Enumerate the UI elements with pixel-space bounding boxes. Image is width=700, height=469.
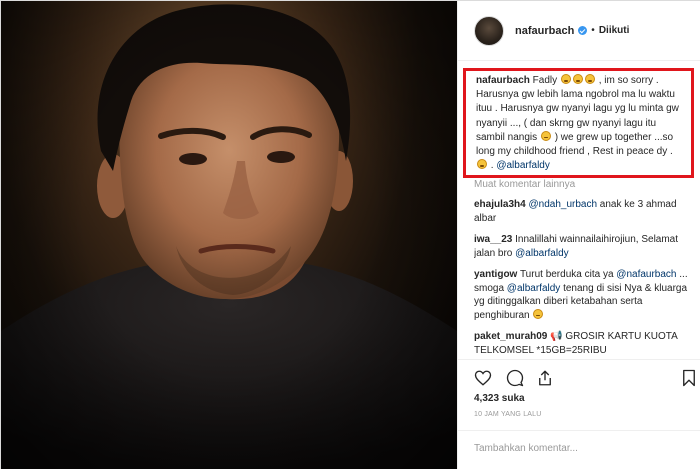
add-comment-input[interactable]: Tambahkan komentar... [458,430,700,469]
comment-item: iwa__23 Innalillahi wainnailaihirojiun, … [474,233,694,260]
comment-list: ehajula3h4 @ndah_urbach anak ke 3 ahmad … [474,198,694,358]
comment-item: paket_murah09 📢 GROSIR KARTU KUOTA TELKO… [474,330,694,357]
caption-mention-link[interactable]: @albarfaldy [496,160,550,171]
comment-username[interactable]: iwa__23 [474,234,512,245]
post-sidebar: nafaurbach • Diikuti nafaurbach Fadly , … [457,1,700,469]
post-caption: nafaurbach Fadly , im so sorry . Harusny… [463,68,694,178]
caption-text-1: Fadly [529,75,560,86]
share-icon[interactable] [536,369,554,387]
action-bar [458,359,700,393]
caption-username[interactable]: nafaurbach [476,75,530,86]
post-header: nafaurbach • Diikuti [458,1,700,61]
comment-mention-link[interactable]: @nafaurbach [616,269,676,280]
follow-status-button[interactable]: Diikuti [599,25,630,36]
comment-text: Turut berduka cita ya [517,269,617,280]
sad-face-icon [477,159,487,170]
verified-badge-icon [578,26,588,35]
comment-item: yantigow Turut berduka cita ya @nafaurba… [474,268,694,322]
avatar[interactable] [474,15,504,46]
crying-face-icon [540,130,551,141]
comment-item: ehajula3h4 @ndah_urbach anak ke 3 ahmad … [474,198,694,225]
comment-username[interactable]: yantigow [474,269,517,280]
instagram-post: nafaurbach • Diikuti nafaurbach Fadly , … [0,0,700,469]
comment-mention-link[interactable]: @albarfaldy [507,283,561,294]
sad-face-icon [572,74,583,84]
comment-username[interactable]: paket_murah09 [474,331,547,342]
smile-icon [533,308,544,319]
comment-icon[interactable] [506,369,524,387]
heart-icon[interactable] [474,369,492,387]
bookmark-icon[interactable] [680,369,698,387]
load-more-comments-link[interactable]: Muat komentar lainnya [474,179,575,190]
photo-vignette [1,1,457,469]
like-count[interactable]: 4,323 suka [474,393,525,404]
sad-face-icon [584,74,595,84]
post-photo[interactable] [1,1,457,469]
comment-username[interactable]: ehajula3h4 [474,199,526,210]
comment-mention-link[interactable]: @albarfaldy [515,248,569,259]
header-username[interactable]: nafaurbach [515,25,574,37]
header-separator: • [591,25,595,36]
sad-face-icon [560,74,571,84]
post-timestamp[interactable]: 10 JAM YANG LALU [474,411,542,418]
comment-mention-link[interactable]: @ndah_urbach [528,199,597,210]
